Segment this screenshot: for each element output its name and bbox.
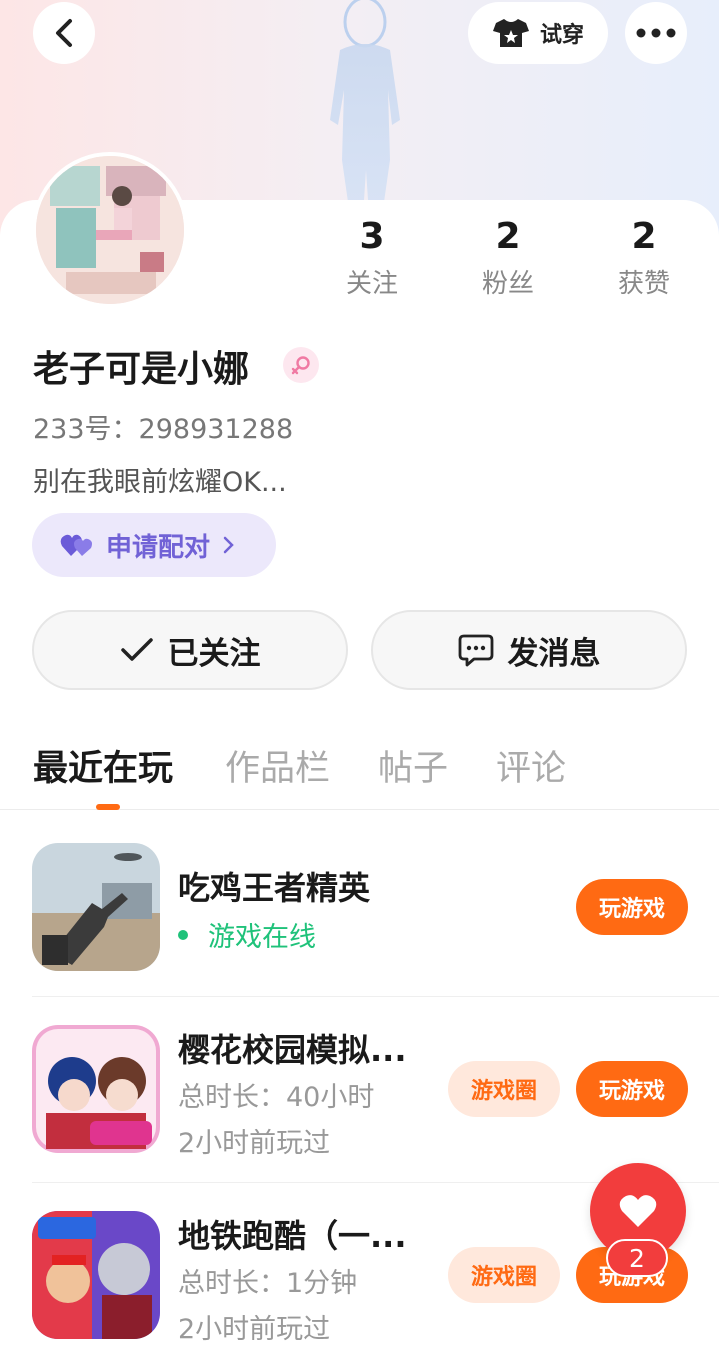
stat-followers-label: 粉丝 [481, 269, 534, 299]
back-button[interactable] [33, 2, 95, 64]
chevron-right-icon [223, 536, 234, 554]
tab-active-indicator [96, 804, 120, 810]
user-id[interactable]: 233号：298931288 [33, 407, 293, 446]
avatar[interactable] [32, 152, 188, 308]
game-icon [32, 1025, 160, 1153]
stat-followers[interactable]: 2 粉丝 [453, 215, 563, 300]
tab-comments[interactable]: 评论 [496, 740, 566, 791]
game-circle-button[interactable]: 游戏圈 [448, 1061, 560, 1117]
request-pair-label: 申请配对 [106, 532, 211, 563]
game-title: 地铁跑酷（一... [178, 1217, 407, 1255]
avatar-illustration [36, 156, 184, 304]
list-item[interactable]: 吃鸡王者精英 游戏在线 玩游戏 [32, 811, 719, 997]
game-last-played: 2小时前玩过 [178, 1314, 331, 1345]
send-message-button[interactable]: 发消息 [371, 610, 687, 690]
stat-likes[interactable]: 2 获赞 [589, 215, 699, 300]
more-button[interactable] [625, 2, 687, 64]
stat-following-label: 关注 [345, 269, 398, 299]
followed-label: 已关注 [167, 635, 261, 672]
female-gender-icon [283, 347, 319, 383]
game-icon [32, 843, 160, 971]
stat-likes-label: 获赞 [617, 269, 670, 299]
profile-tabs: 最近在玩 作品栏 帖子 评论 [0, 740, 719, 810]
more-dots-icon [636, 28, 676, 38]
game-duration: 总时长：40小时 [178, 1082, 375, 1113]
try-on-label: 试穿 [539, 23, 584, 48]
like-count-badge: 2 [606, 1239, 668, 1277]
avatar-3d-figure [330, 0, 400, 230]
game-last-played: 2小时前玩过 [178, 1128, 331, 1159]
game-title: 吃鸡王者精英 [178, 869, 371, 907]
stat-following[interactable]: 3 关注 [317, 215, 427, 300]
list-item[interactable]: 樱花校园模拟... 总时长：40小时 2小时前玩过 游戏圈 玩游戏 [32, 997, 719, 1183]
heart-icon [619, 1195, 657, 1227]
online-status: 游戏在线 [178, 915, 316, 954]
play-game-button[interactable]: 玩游戏 [576, 1061, 688, 1117]
online-dot-icon [178, 929, 188, 940]
stat-likes-value: 2 [631, 216, 657, 257]
play-game-button[interactable]: 玩游戏 [576, 879, 688, 935]
game-title: 樱花校园模拟... [178, 1031, 407, 1069]
stat-followers-value: 2 [495, 216, 521, 257]
game-duration: 总时长：1分钟 [178, 1268, 358, 1299]
game-icon [32, 1211, 160, 1339]
chat-bubble-icon [458, 634, 493, 667]
tshirt-icon [492, 19, 529, 47]
bio: 别在我眼前炫耀OK... [33, 467, 287, 498]
stat-following-value: 3 [359, 216, 385, 257]
online-label: 游戏在线 [208, 922, 316, 953]
tab-posts[interactable]: 帖子 [378, 740, 448, 791]
double-heart-icon [60, 534, 92, 556]
nickname: 老子可是小娜 [33, 349, 250, 390]
send-message-label: 发消息 [507, 635, 601, 672]
chevron-left-icon [56, 19, 72, 47]
check-icon [120, 638, 153, 661]
tab-recent-play[interactable]: 最近在玩 [33, 740, 173, 791]
try-on-button[interactable]: 试穿 [468, 2, 608, 64]
request-pair-button[interactable]: 申请配对 [32, 513, 276, 577]
tab-works[interactable]: 作品栏 [225, 740, 330, 791]
followed-button[interactable]: 已关注 [32, 610, 348, 690]
game-circle-button[interactable]: 游戏圈 [448, 1247, 560, 1303]
